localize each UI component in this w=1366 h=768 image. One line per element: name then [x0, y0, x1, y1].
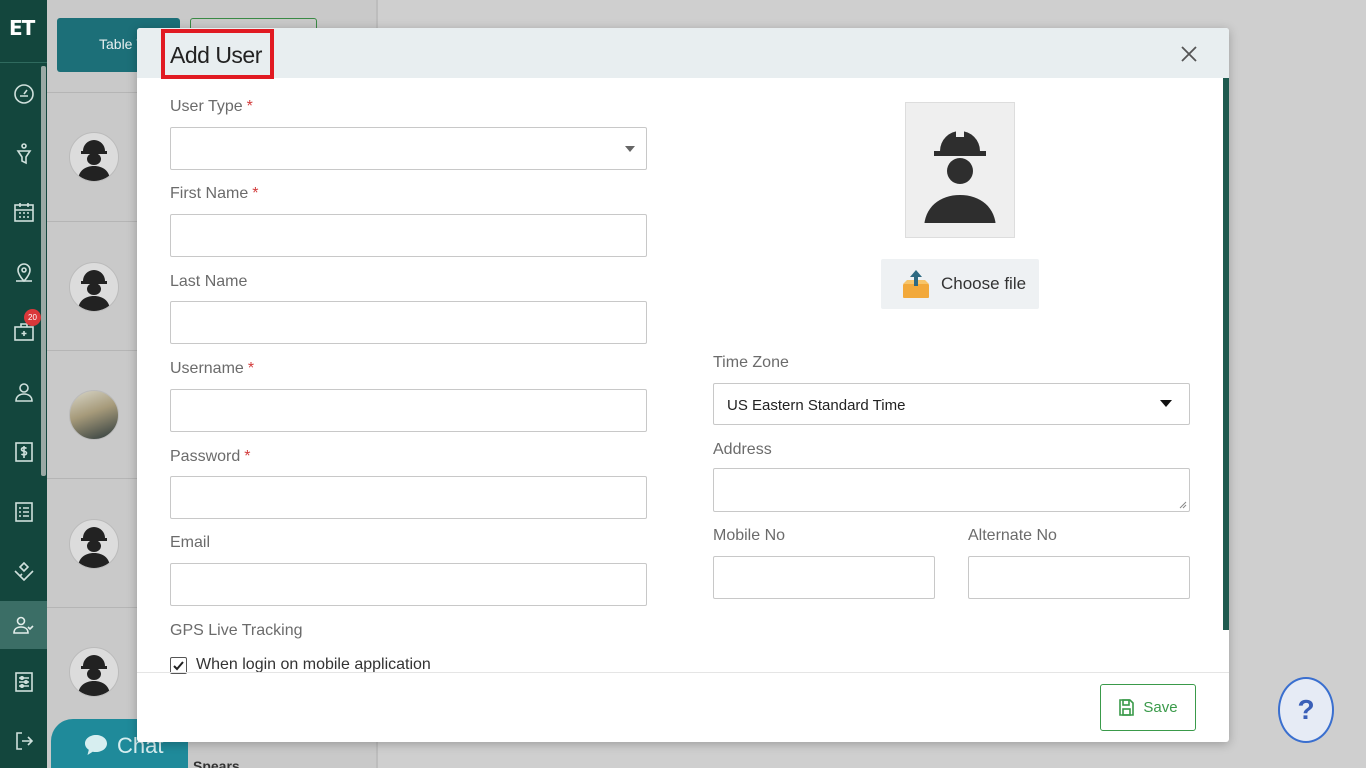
sidebar-item-customers[interactable]: [0, 368, 47, 416]
user-icon: [14, 383, 33, 402]
dollar-icon: [14, 442, 33, 462]
gps-tracking-checkbox[interactable]: [170, 656, 187, 674]
required-mark: *: [252, 185, 259, 202]
choose-file-label: Choose file: [941, 274, 1027, 293]
calendar-icon: [13, 203, 34, 222]
list-divider: [47, 607, 137, 608]
avatar-photo[interactable]: [69, 390, 119, 440]
mobile-no-input[interactable]: [713, 556, 935, 599]
worker-avatar-icon: [78, 140, 110, 181]
worker-avatar-icon: [78, 527, 110, 568]
help-button[interactable]: ?: [1278, 677, 1334, 743]
settings-sliders-icon: [14, 672, 33, 692]
email-input[interactable]: [170, 563, 647, 606]
sidebar-item-calendar[interactable]: [0, 188, 47, 236]
avatar[interactable]: [69, 647, 119, 697]
password-input[interactable]: [170, 476, 647, 519]
list-divider: [47, 478, 137, 479]
username-label-text: Username: [170, 360, 244, 377]
address-textarea[interactable]: [713, 468, 1190, 512]
close-icon: [1181, 46, 1197, 62]
chat-bubble-icon: [85, 735, 107, 755]
close-button[interactable]: [1177, 42, 1201, 66]
required-mark: *: [244, 448, 251, 465]
sidebar-item-settings[interactable]: [0, 658, 47, 706]
first-name-label-text: First Name: [170, 185, 249, 202]
logo-divider: [0, 62, 47, 63]
logout-icon: [15, 732, 33, 750]
sidebar-item-map[interactable]: [0, 248, 47, 296]
handshake-icon: [13, 561, 34, 582]
sidebar-item-dashboard[interactable]: [0, 70, 47, 118]
checkmark-icon: [173, 660, 184, 670]
password-label: Password *: [170, 448, 250, 466]
save-icon: [1119, 699, 1135, 716]
choose-file-button[interactable]: Choose file: [881, 259, 1039, 309]
list-divider: [47, 221, 137, 222]
mobile-no-label: Mobile No: [713, 527, 786, 544]
sidebar: ET 20: [0, 0, 47, 768]
worker-avatar-icon: [78, 655, 110, 696]
chevron-down-icon: [1160, 400, 1172, 407]
profile-photo-preview: [905, 102, 1015, 238]
alternate-no-input[interactable]: [968, 556, 1190, 599]
first-name-input[interactable]: [170, 214, 647, 257]
gps-tracking-label: GPS Live Tracking: [170, 622, 303, 639]
user-type-label-text: User Type: [170, 98, 243, 115]
user-type-label: User Type *: [170, 98, 253, 116]
upload-icon: [903, 270, 929, 298]
list-icon: [14, 502, 33, 522]
users-icon: [12, 616, 34, 634]
avatar[interactable]: [69, 262, 119, 312]
time-zone-select[interactable]: US Eastern Standard Time: [713, 383, 1190, 425]
username-label: Username *: [170, 360, 254, 378]
save-button[interactable]: Save: [1100, 684, 1196, 731]
map-pin-icon: [15, 263, 32, 283]
sidebar-item-leads[interactable]: [0, 130, 47, 178]
add-user-modal: Add User User Type * First Name * Last Nam…: [137, 28, 1229, 742]
dashboard-icon: [13, 84, 34, 104]
required-mark: *: [246, 98, 253, 115]
worker-avatar-icon: [78, 270, 110, 311]
avatar[interactable]: [69, 519, 119, 569]
modal-header: [137, 28, 1229, 78]
username-input[interactable]: [170, 389, 647, 432]
sidebar-item-billing[interactable]: [0, 428, 47, 476]
time-zone-label: Time Zone: [713, 354, 789, 371]
time-zone-value: US Eastern Standard Time: [727, 397, 906, 414]
modal-title: Add User: [170, 42, 262, 68]
save-label: Save: [1143, 699, 1178, 716]
jobs-badge: 20: [24, 309, 41, 326]
funnel-icon: [16, 143, 31, 165]
password-label-text: Password: [170, 448, 241, 465]
sidebar-item-logout[interactable]: [0, 717, 47, 765]
alternate-no-label: Alternate No: [968, 527, 1057, 544]
avatar[interactable]: [69, 132, 119, 182]
partial-user-name: Spears: [193, 758, 240, 768]
chevron-down-icon: [625, 146, 635, 152]
first-name-label: First Name *: [170, 185, 258, 203]
sidebar-item-users[interactable]: [0, 601, 47, 649]
worker-avatar-icon: [920, 125, 1000, 229]
address-label: Address: [713, 441, 772, 458]
last-name-label: Last Name: [170, 273, 248, 290]
email-label: Email: [170, 534, 211, 551]
modal-footer-divider: [137, 672, 1229, 673]
list-divider: [47, 92, 137, 93]
required-mark: *: [247, 360, 255, 377]
modal-scrollbar[interactable]: [1223, 78, 1229, 630]
resize-handle-icon[interactable]: [1179, 501, 1187, 509]
list-divider: [47, 350, 137, 351]
sidebar-item-partners[interactable]: [0, 548, 47, 596]
last-name-input[interactable]: [170, 301, 647, 344]
sidebar-item-reports[interactable]: [0, 488, 47, 536]
user-type-select[interactable]: [170, 127, 647, 170]
app-logo[interactable]: ET: [9, 16, 37, 46]
